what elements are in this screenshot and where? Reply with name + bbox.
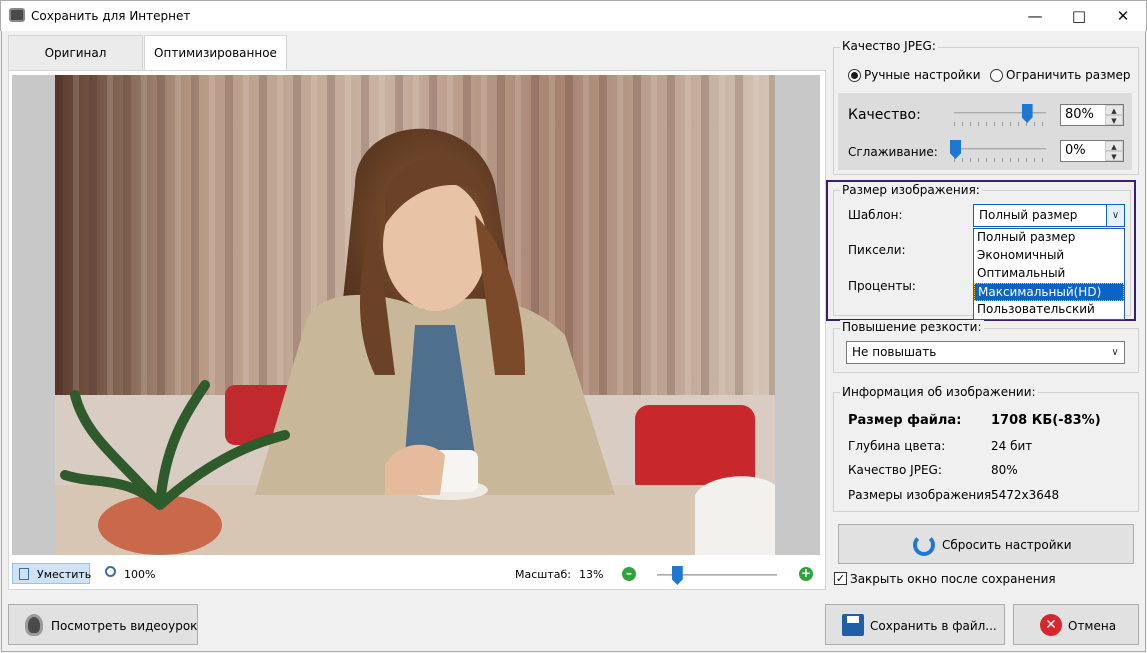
template-dropdown-list: Полный размер Экономичный Оптимальный Ма… bbox=[973, 228, 1125, 320]
close-window-button[interactable]: ✕ bbox=[1100, 1, 1146, 32]
smoothing-spinbox-value: 0% bbox=[1065, 143, 1086, 158]
zoom-slider[interactable] bbox=[655, 566, 780, 585]
title-bar: Сохранить для Интернет — □ ✕ bbox=[0, 0, 1147, 31]
jpeg-quality-info-label: Качество JPEG: bbox=[848, 463, 942, 477]
template-combobox[interactable]: Полный размер ∨ bbox=[973, 204, 1125, 227]
dropdown-option-optimal[interactable]: Оптимальный bbox=[974, 265, 1124, 283]
file-size-value: 1708 КБ(-83%) bbox=[991, 413, 1101, 428]
dropdown-option-custom[interactable]: Пользовательский bbox=[974, 301, 1124, 319]
spin-down-icon[interactable]: ▼ bbox=[1105, 115, 1123, 125]
image-info-group-label: Информация об изображении: bbox=[840, 385, 1038, 399]
dimensions-label: Размеры изображения: bbox=[848, 488, 996, 502]
actual-size-button[interactable]: 100% bbox=[100, 563, 160, 584]
smoothing-slider[interactable] bbox=[950, 140, 1050, 164]
smoothing-spin-buttons[interactable]: ▲ ▼ bbox=[1105, 141, 1123, 161]
save-to-file-button[interactable]: Сохранить в файл... bbox=[825, 604, 1005, 645]
cancel-label: Отмена bbox=[1068, 619, 1117, 633]
watch-video-label: Посмотреть видеоурок bbox=[51, 619, 198, 633]
maximize-button[interactable]: □ bbox=[1056, 1, 1102, 32]
magnifier-icon bbox=[105, 566, 116, 577]
preview-image[interactable] bbox=[55, 75, 775, 555]
app-icon bbox=[9, 8, 25, 22]
fit-icon bbox=[19, 568, 29, 580]
sharpen-group-label: Повышение резкости: bbox=[840, 320, 984, 334]
smoothing-spinbox[interactable]: 0% ▲ ▼ bbox=[1060, 140, 1124, 162]
quality-slider-thumb[interactable] bbox=[1021, 104, 1033, 123]
zoom-value: 13% bbox=[579, 568, 604, 581]
spin-up-icon[interactable]: ▲ bbox=[1105, 105, 1123, 115]
zoom-slider-thumb[interactable] bbox=[671, 566, 683, 585]
smoothing-slider-track bbox=[954, 148, 1046, 150]
template-label: Шаблон: bbox=[848, 208, 903, 222]
cancel-button[interactable]: ✕ Отмена bbox=[1013, 604, 1139, 645]
tab-optimized[interactable]: Оптимизированное bbox=[144, 35, 287, 71]
quality-label: Качество: bbox=[848, 107, 921, 123]
sharpen-combobox[interactable]: Не повышать ∨ bbox=[846, 341, 1125, 364]
chevron-down-icon[interactable]: ∨ bbox=[1106, 205, 1124, 226]
minimize-button[interactable]: — bbox=[1012, 1, 1058, 32]
jpeg-quality-group-label: Качество JPEG: bbox=[840, 39, 938, 53]
quality-spinbox-value: 80% bbox=[1065, 107, 1094, 122]
radio-limit-label: Ограничить размер bbox=[1006, 68, 1131, 82]
actual-size-label: 100% bbox=[124, 568, 156, 581]
spin-up-icon[interactable]: ▲ bbox=[1105, 141, 1123, 151]
smoothing-slider-ticks bbox=[954, 158, 1046, 162]
radio-manual-settings[interactable] bbox=[848, 69, 861, 82]
radio-manual-label: Ручные настройки bbox=[864, 68, 981, 82]
close-after-save-label: Закрыть окно после сохранения bbox=[850, 572, 1056, 586]
template-combobox-value: Полный размер bbox=[979, 208, 1078, 222]
zoom-in-button[interactable]: + bbox=[799, 567, 813, 581]
fit-label: Уместить bbox=[37, 568, 92, 581]
dropdown-option-economy[interactable]: Экономичный bbox=[974, 247, 1124, 265]
close-after-save-checkbox[interactable]: ✓ bbox=[834, 572, 847, 585]
spin-down-icon[interactable]: ▼ bbox=[1105, 151, 1123, 161]
percent-label: Проценты: bbox=[848, 279, 916, 293]
zoom-label: Масштаб: bbox=[515, 568, 571, 581]
color-depth-label: Глубина цвета: bbox=[848, 439, 946, 453]
smoothing-label: Сглаживание: bbox=[848, 145, 938, 159]
quality-spinbox[interactable]: 80% ▲ ▼ bbox=[1060, 104, 1124, 126]
sharpen-combobox-value: Не повышать bbox=[852, 345, 937, 359]
chevron-down-icon[interactable]: ∨ bbox=[1106, 342, 1124, 363]
refresh-icon bbox=[913, 534, 935, 556]
fit-button[interactable]: Уместить bbox=[12, 563, 92, 584]
watch-video-button[interactable]: Посмотреть видеоурок bbox=[8, 604, 198, 645]
file-size-label: Размер файла: bbox=[848, 413, 962, 428]
smoothing-slider-thumb[interactable] bbox=[950, 140, 961, 159]
jpeg-quality-info-value: 80% bbox=[991, 463, 1018, 477]
quality-slider-ticks bbox=[954, 122, 1046, 126]
quality-slider[interactable] bbox=[950, 104, 1050, 128]
tab-original[interactable]: Оригинал bbox=[8, 35, 143, 70]
reset-settings-button[interactable]: Сбросить настройки bbox=[838, 524, 1134, 564]
dimensions-value: 5472x3648 bbox=[991, 488, 1060, 502]
webcam-icon bbox=[25, 614, 43, 636]
image-size-group-label: Размер изображения: bbox=[840, 183, 982, 197]
dropdown-option-max-hd[interactable]: Максимальный(HD) bbox=[974, 283, 1124, 301]
cancel-icon: ✕ bbox=[1040, 614, 1062, 636]
quality-spin-buttons[interactable]: ▲ ▼ bbox=[1105, 105, 1123, 125]
radio-limit-size[interactable] bbox=[990, 69, 1003, 82]
save-to-file-label: Сохранить в файл... bbox=[870, 619, 997, 633]
reset-settings-label: Сбросить настройки bbox=[942, 538, 1072, 552]
color-depth-value: 24 бит bbox=[991, 439, 1033, 453]
zoom-out-button[interactable]: – bbox=[622, 567, 636, 581]
pixels-label: Пиксели: bbox=[848, 243, 906, 257]
floppy-disk-icon bbox=[842, 614, 864, 636]
dropdown-option-full[interactable]: Полный размер bbox=[974, 229, 1124, 247]
window-title: Сохранить для Интернет bbox=[31, 9, 191, 23]
